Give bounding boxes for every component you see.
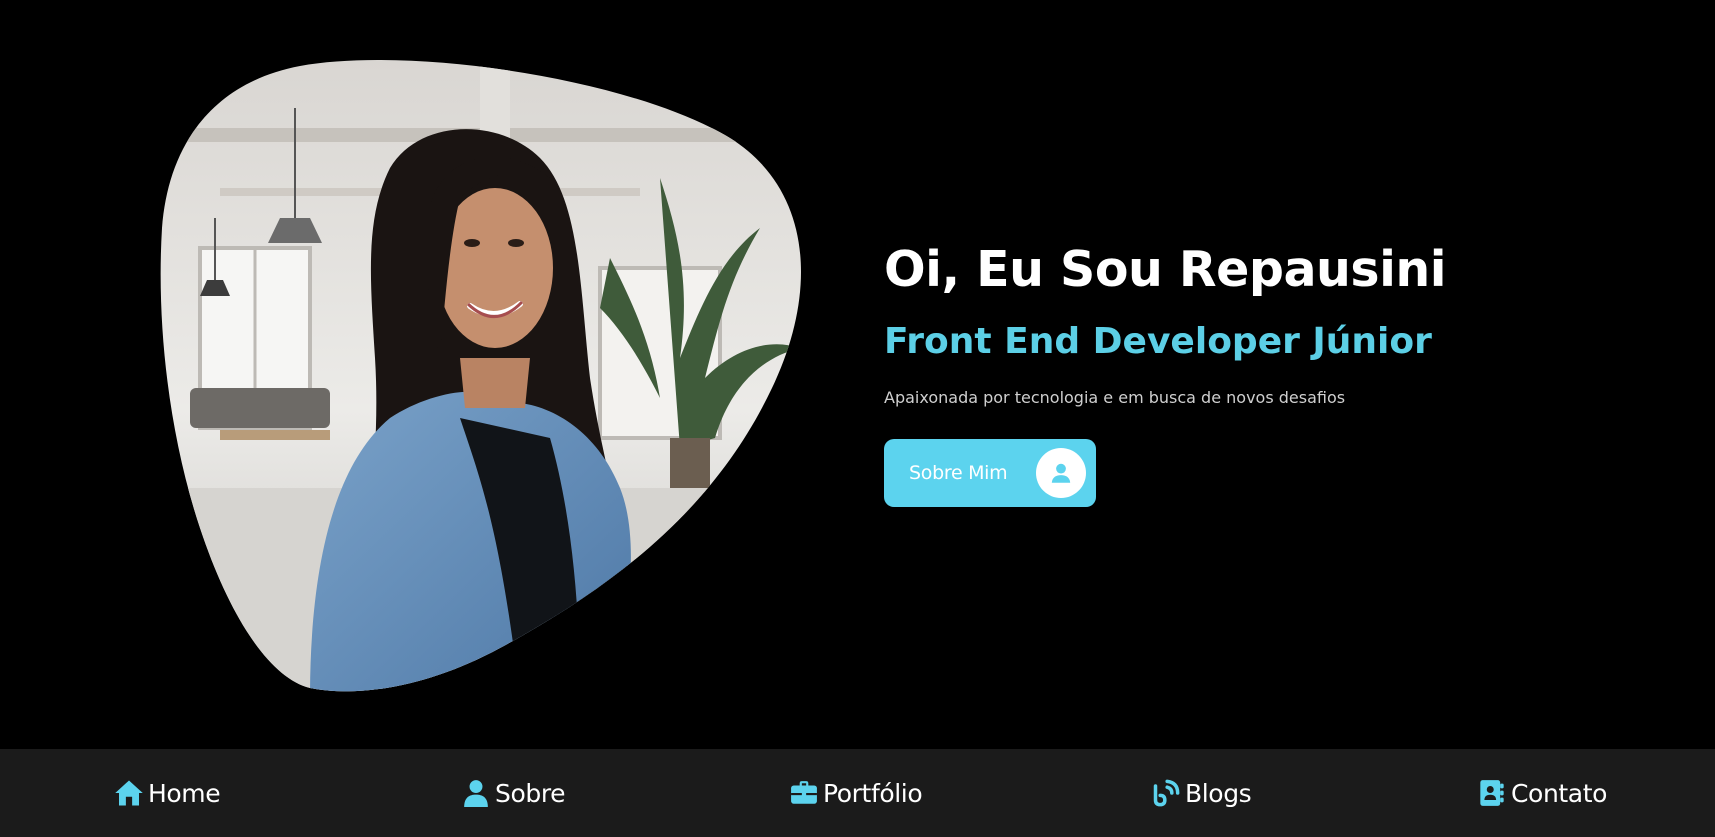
- user-circle-icon-glyph: [1051, 463, 1071, 483]
- page: Oi, Eu Sou Repausini Front End Developer…: [0, 0, 1715, 837]
- profile-photo-illustration: [160, 60, 801, 692]
- hero-content: Oi, Eu Sou Repausini Front End Developer…: [884, 238, 1604, 507]
- blog-icon: [1151, 778, 1181, 808]
- user-icon: [461, 778, 491, 808]
- nav-label-contato: Contato: [1511, 778, 1608, 808]
- nav-label-portfolio: Portfólio: [823, 778, 923, 808]
- bottom-nav: Home Sobre Portfólio Blogs Contato: [0, 749, 1715, 837]
- hero-subtitle: Front End Developer Júnior: [884, 321, 1432, 362]
- briefcase-icon: [789, 778, 819, 808]
- nav-item-home[interactable]: Home: [114, 749, 221, 837]
- nav-label-home: Home: [148, 778, 221, 808]
- hero-description: Apaixonada por tecnologia e em busca de …: [884, 388, 1346, 407]
- contact-book-icon: [1477, 778, 1507, 808]
- home-icon: [114, 778, 144, 808]
- about-me-button[interactable]: Sobre Mim: [884, 439, 1096, 507]
- about-me-button-label: Sobre Mim: [909, 462, 1008, 484]
- user-circle-icon: [1036, 448, 1086, 498]
- nav-item-contato[interactable]: Contato: [1477, 749, 1607, 837]
- nav-label-sobre: Sobre: [495, 778, 566, 808]
- nav-item-blogs[interactable]: Blogs: [1151, 749, 1252, 837]
- nav-label-blogs: Blogs: [1185, 778, 1252, 808]
- hero-title: Oi, Eu Sou Repausini: [884, 241, 1447, 298]
- profile-photo: [160, 58, 818, 698]
- nav-item-sobre[interactable]: Sobre: [461, 749, 566, 837]
- nav-item-portfolio[interactable]: Portfólio: [789, 749, 923, 837]
